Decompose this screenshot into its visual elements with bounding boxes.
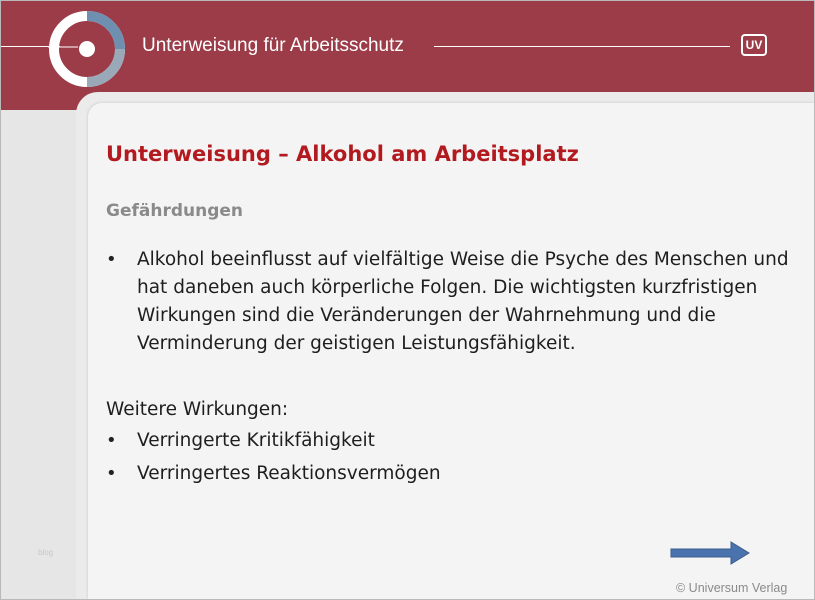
bullet-paragraph: • Alkohol beeinflusst auf vielfältige We… — [106, 246, 796, 358]
slide-title: Unterweisung – Alkohol am Arbeitsplatz — [106, 142, 579, 166]
app-title: Unterweisung für Arbeitsschutz — [142, 35, 404, 56]
left-strip — [0, 110, 76, 600]
ring-logo-icon — [48, 11, 125, 87]
header-line-right — [434, 46, 730, 47]
bullet-paragraph-text: Alkohol beeinflusst auf vielfältige Weis… — [137, 249, 789, 354]
uv-badge-icon: UV — [741, 34, 767, 56]
copyright-text: © Universum Verlag — [676, 581, 788, 595]
section-heading: Gefährdungen — [106, 201, 244, 221]
list-item-text: Verringertes Reaktionsvermögen — [137, 463, 441, 484]
side-mark: blog — [38, 548, 54, 557]
bullet-mark: • — [106, 463, 117, 484]
bullet-mark: • — [106, 249, 117, 270]
list-item: • Verringertes Reaktionsvermögen — [106, 460, 796, 488]
list-item: • Verringerte Kritikfähigkeit — [106, 427, 796, 455]
list-item-text: Verringerte Kritikfähigkeit — [137, 430, 375, 451]
right-arrow-icon[interactable] — [669, 540, 751, 566]
further-effects-label: Weitere Wirkungen: — [106, 399, 289, 420]
bullet-mark: • — [106, 430, 117, 451]
